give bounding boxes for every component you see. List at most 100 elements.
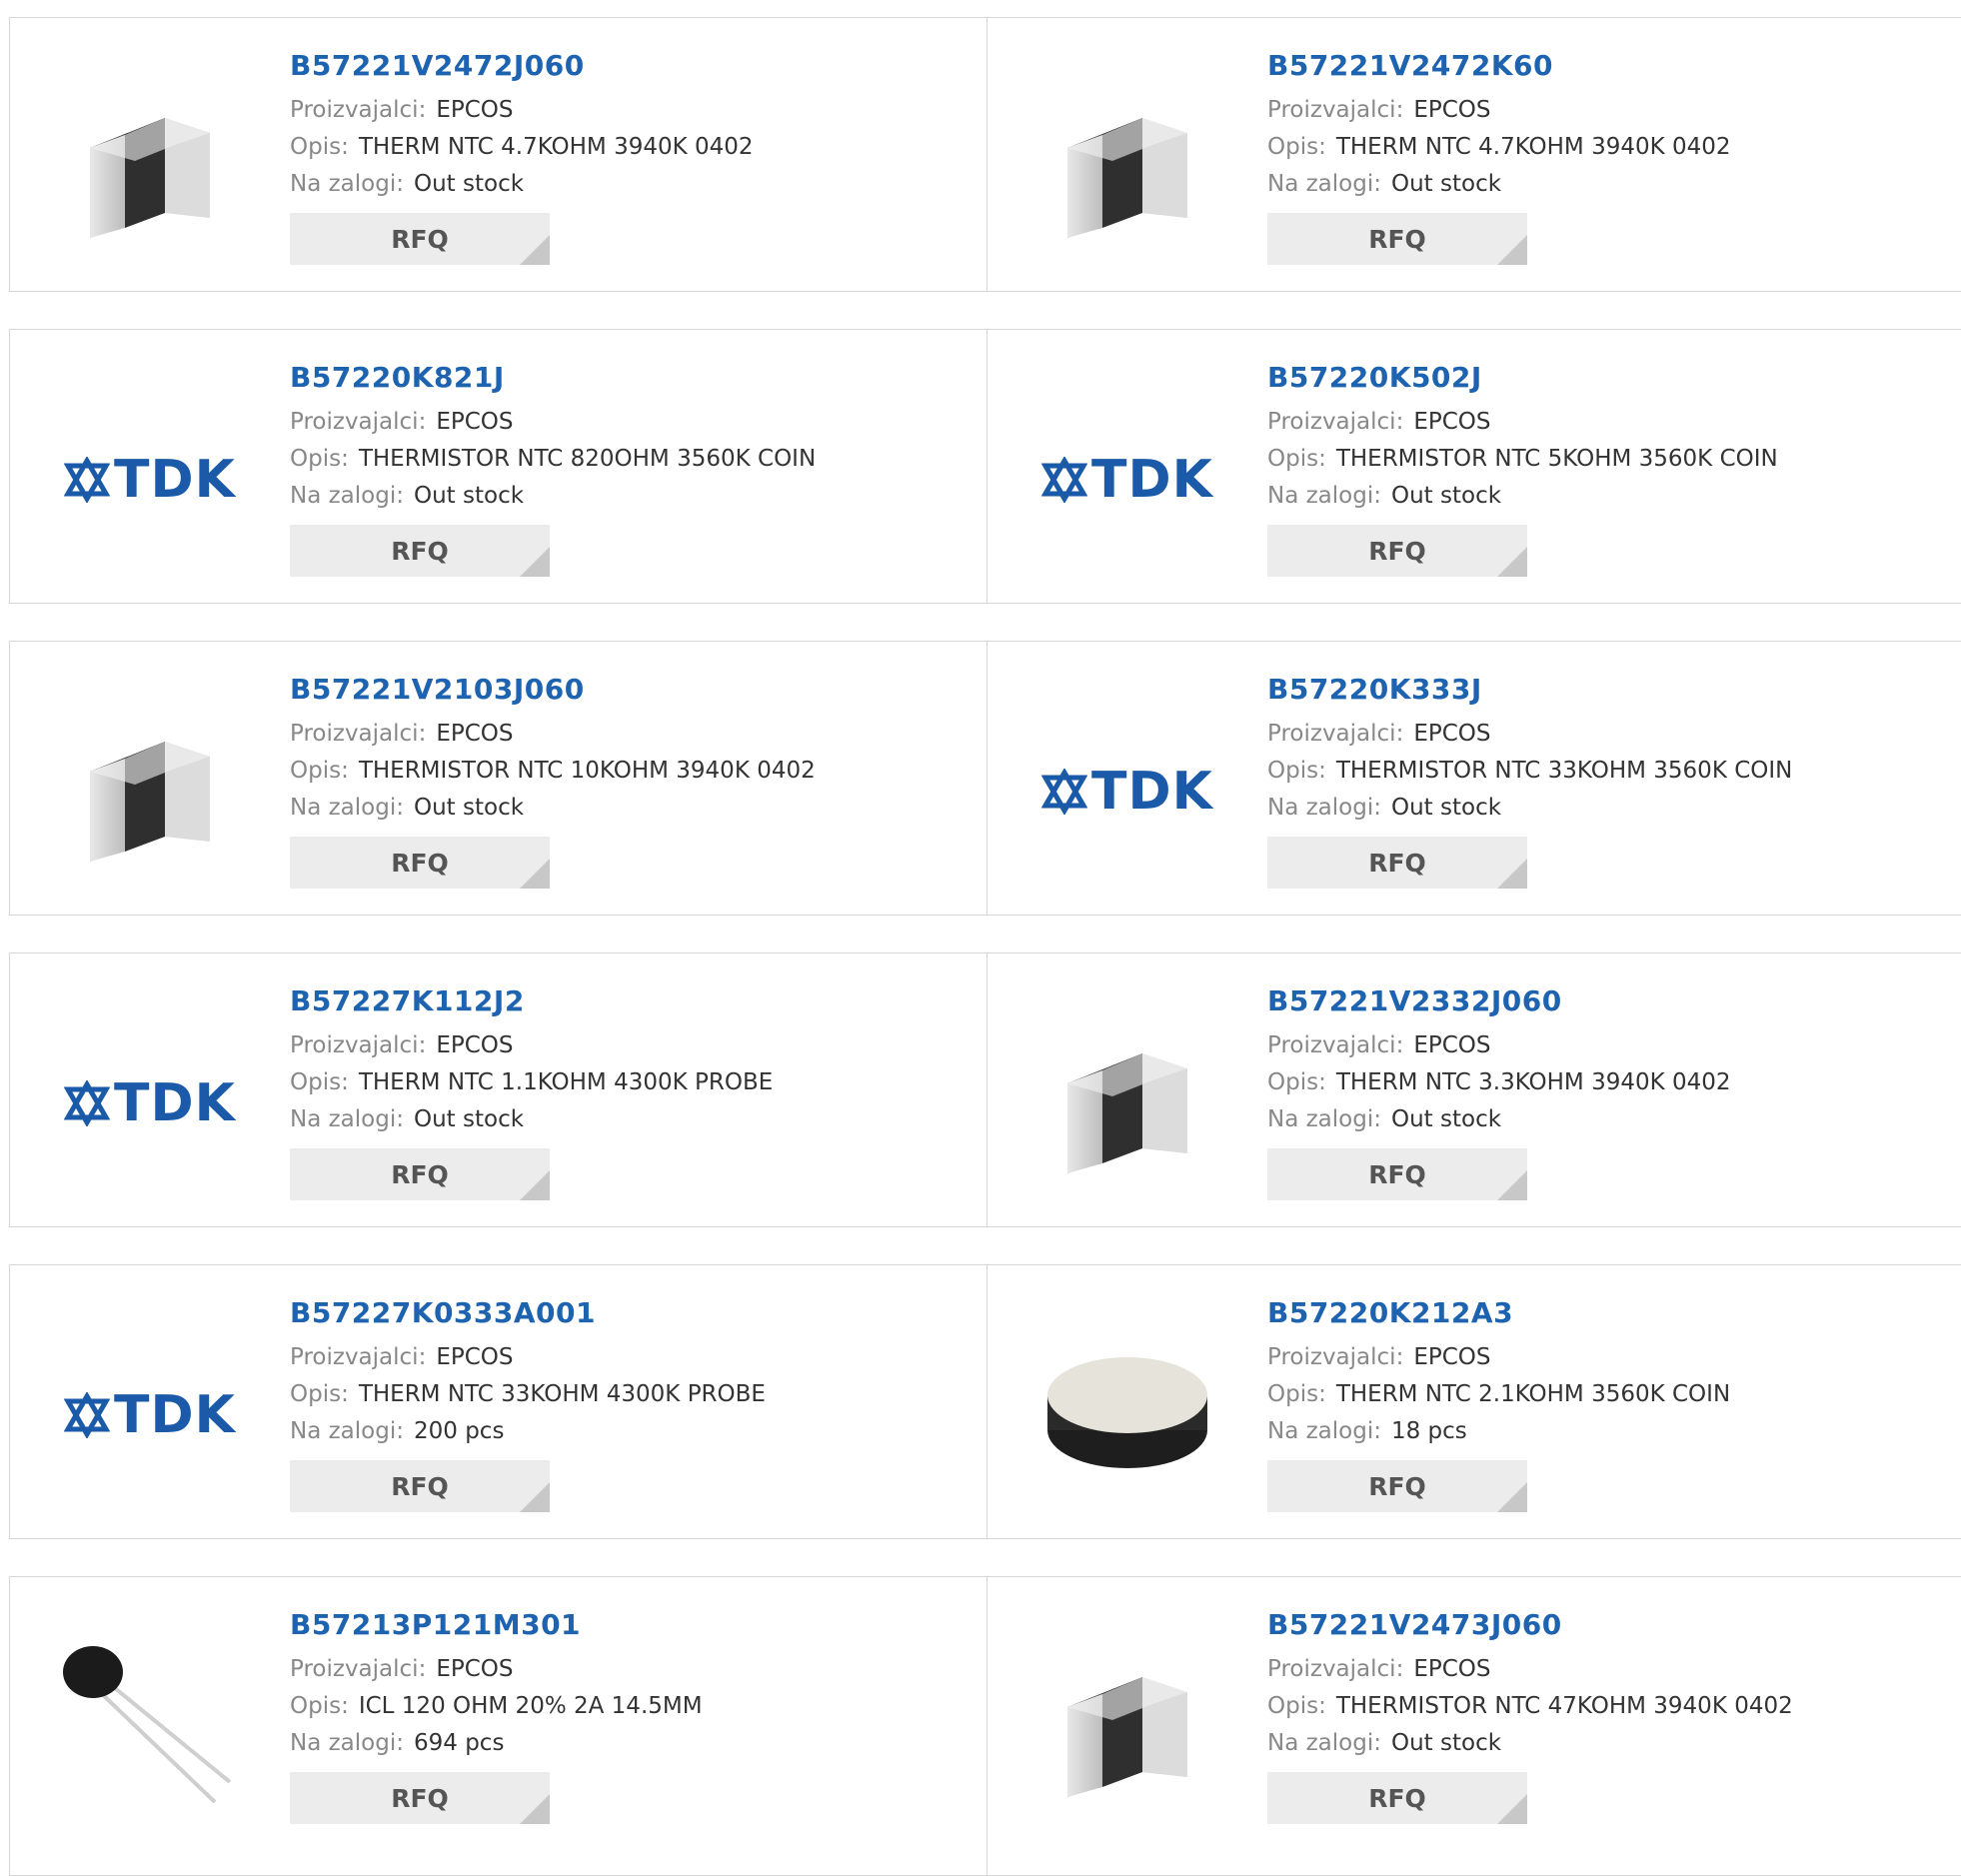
rfq-button[interactable]: RFQ xyxy=(1267,213,1527,265)
product-row: B57221V2472J060 Proizvajalci: EPCOS Opis:… xyxy=(9,17,1961,292)
description-line: Opis: THERM NTC 33KOHM 4300K PROBE xyxy=(290,1376,766,1413)
part-number-link[interactable]: B57220K821J xyxy=(290,360,816,396)
product-thumbnail[interactable]: TDK xyxy=(50,1003,250,1203)
rfq-button[interactable]: RFQ xyxy=(290,1460,550,1512)
description-value: THERM NTC 33KOHM 4300K PROBE xyxy=(358,1381,766,1407)
part-number-link[interactable]: B57221V2472J060 xyxy=(290,48,754,84)
rfq-button[interactable]: RFQ xyxy=(1267,1772,1527,1824)
manufacturer-value: EPCOS xyxy=(1413,409,1491,435)
rfq-button[interactable]: RFQ xyxy=(1267,1148,1527,1200)
rfq-button[interactable]: RFQ xyxy=(290,1772,550,1824)
stock-label: Na zalogi: xyxy=(1267,171,1381,197)
description-value: THERM NTC 2.1KOHM 3560K COIN xyxy=(1335,1381,1731,1407)
part-number-link[interactable]: B57227K112J2 xyxy=(290,983,773,1019)
tdk-wordmark: TDK xyxy=(1091,762,1213,822)
manufacturer-line: Proizvajalci: EPCOS xyxy=(290,1027,773,1064)
manufacturer-line: Proizvajalci: EPCOS xyxy=(290,716,816,753)
manufacturer-line: Proizvajalci: EPCOS xyxy=(290,404,816,441)
description-value: THERM NTC 1.1KOHM 4300K PROBE xyxy=(358,1069,774,1095)
rfq-button[interactable]: RFQ xyxy=(290,525,550,577)
description-line: Opis: THERMISTOR NTC 5KOHM 3560K COIN xyxy=(1267,441,1778,478)
stock-label: Na zalogi: xyxy=(290,795,404,821)
part-number-link[interactable]: B57220K212A3 xyxy=(1267,1295,1730,1331)
tdk-logo: TDK xyxy=(64,450,236,510)
description-line: Opis: THERMISTOR NTC 47KOHM 3940K 0402 xyxy=(1267,1688,1793,1725)
product-info: B57227K112J2 Proizvajalci: EPCOS Opis: THE… xyxy=(290,983,773,1200)
description-label: Opis: xyxy=(290,758,349,784)
product-row: TDK B57220K821J Proizvajalci: EPCOS Opis:… xyxy=(9,329,1961,604)
manufacturer-label: Proizvajalci: xyxy=(1267,1656,1404,1682)
product-thumbnail[interactable] xyxy=(1027,1315,1227,1515)
description-line: Opis: THERM NTC 2.1KOHM 3560K COIN xyxy=(1267,1376,1730,1413)
stock-label: Na zalogi: xyxy=(1267,1730,1381,1756)
product-thumbnail[interactable] xyxy=(1027,1003,1227,1203)
rfq-button[interactable]: RFQ xyxy=(1267,1460,1527,1512)
manufacturer-label: Proizvajalci: xyxy=(290,1344,427,1370)
rfq-button[interactable]: RFQ xyxy=(290,213,550,265)
description-value: ICL 120 OHM 20% 2A 14.5MM xyxy=(358,1693,703,1719)
rfq-label: RFQ xyxy=(1368,848,1426,878)
rfq-label: RFQ xyxy=(391,1159,449,1189)
product-thumbnail[interactable]: TDK xyxy=(1027,380,1227,580)
product-thumbnail[interactable]: TDK xyxy=(1027,692,1227,892)
manufacturer-label: Proizvajalci: xyxy=(1267,1344,1404,1370)
part-number-link[interactable]: B57221V2332J060 xyxy=(1267,983,1731,1019)
product-thumbnail[interactable] xyxy=(50,692,250,892)
stock-label: Na zalogi: xyxy=(290,1730,404,1756)
manufacturer-line: Proizvajalci: EPCOS xyxy=(290,1339,766,1376)
description-value: THERMISTOR NTC 10KOHM 3940K 0402 xyxy=(358,758,816,784)
product-card: B57221V2332J060 Proizvajalci: EPCOS Opis:… xyxy=(987,953,1961,1226)
rfq-button[interactable]: RFQ xyxy=(290,837,550,889)
stock-value: Out stock xyxy=(1390,1106,1502,1132)
manufacturer-value: EPCOS xyxy=(436,97,514,123)
manufacturer-label: Proizvajalci: xyxy=(290,1656,427,1682)
stock-value: 694 pcs xyxy=(413,1730,505,1756)
part-number-link[interactable]: B57213P121M301 xyxy=(290,1607,703,1643)
part-number-link[interactable]: B57221V2472K60 xyxy=(1267,48,1731,84)
description-label: Opis: xyxy=(290,446,349,472)
tdk-emblem-icon xyxy=(64,1392,111,1438)
tdk-emblem-icon xyxy=(64,1080,111,1126)
rfq-button[interactable]: RFQ xyxy=(290,1148,550,1200)
part-number-link[interactable]: B57220K333J xyxy=(1267,672,1792,708)
chip-0402-image xyxy=(1067,118,1187,238)
product-info: B57220K502J Proizvajalci: EPCOS Opis: THER… xyxy=(1267,360,1778,577)
product-thumbnail[interactable] xyxy=(1027,1627,1227,1827)
product-thumbnail[interactable] xyxy=(1027,68,1227,268)
tdk-wordmark: TDK xyxy=(1091,450,1213,510)
stock-value: Out stock xyxy=(413,795,525,821)
tdk-logo: TDK xyxy=(64,1073,236,1133)
rfq-label: RFQ xyxy=(1368,224,1426,254)
manufacturer-label: Proizvajalci: xyxy=(290,97,427,123)
stock-line: Na zalogi: Out stock xyxy=(290,478,816,515)
product-thumbnail[interactable] xyxy=(50,1627,250,1827)
stock-line: Na zalogi: Out stock xyxy=(1267,790,1792,827)
description-line: Opis: THERMISTOR NTC 820OHM 3560K COIN xyxy=(290,441,816,478)
part-number-link[interactable]: B57221V2103J060 xyxy=(290,672,816,708)
product-thumbnail[interactable]: TDK xyxy=(50,1315,250,1515)
description-value: THERM NTC 4.7KOHM 3940K 0402 xyxy=(1335,134,1731,160)
description-value: THERM NTC 4.7KOHM 3940K 0402 xyxy=(358,134,754,160)
rfq-button[interactable]: RFQ xyxy=(1267,525,1527,577)
chip-0402-image xyxy=(90,742,210,862)
product-thumbnail[interactable]: TDK xyxy=(50,380,250,580)
manufacturer-value: EPCOS xyxy=(436,1032,514,1058)
product-thumbnail[interactable] xyxy=(50,68,250,268)
manufacturer-value: EPCOS xyxy=(436,1344,514,1370)
product-card: TDK B57220K502J Proizvajalci: EPCOS Opis:… xyxy=(987,330,1961,603)
manufacturer-label: Proizvajalci: xyxy=(1267,97,1404,123)
stock-label: Na zalogi: xyxy=(290,1418,404,1444)
description-value: THERMISTOR NTC 47KOHM 3940K 0402 xyxy=(1335,1693,1793,1719)
manufacturer-label: Proizvajalci: xyxy=(1267,409,1404,435)
product-info: B57221V2473J060 Proizvajalci: EPCOS Opis:… xyxy=(1267,1607,1793,1824)
rfq-button[interactable]: RFQ xyxy=(1267,837,1527,889)
part-number-link[interactable]: B57221V2473J060 xyxy=(1267,1607,1793,1643)
product-info: B57227K0333A001 Proizvajalci: EPCOS Opis:… xyxy=(290,1295,766,1512)
stock-line: Na zalogi: Out stock xyxy=(290,790,816,827)
manufacturer-label: Proizvajalci: xyxy=(290,409,427,435)
rfq-label: RFQ xyxy=(391,1471,449,1501)
part-number-link[interactable]: B57220K502J xyxy=(1267,360,1778,396)
rfq-label: RFQ xyxy=(391,1783,449,1813)
part-number-link[interactable]: B57227K0333A001 xyxy=(290,1295,766,1331)
tdk-emblem-icon xyxy=(1041,457,1088,503)
